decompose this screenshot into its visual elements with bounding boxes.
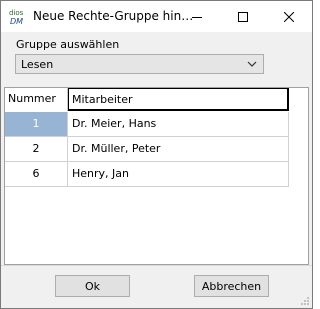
cell-number[interactable]: 2: [5, 137, 68, 162]
minimize-icon: [192, 16, 202, 18]
table-row[interactable]: 1 Dr. Meier, Hans: [5, 112, 289, 137]
group-select[interactable]: Lesen: [15, 54, 264, 74]
close-icon: [284, 11, 294, 22]
dialog-window: dios DM Neue Rechte-Gruppe hin… Gruppe a…: [0, 0, 313, 309]
svg-text:dios: dios: [9, 9, 24, 17]
cell-employee[interactable]: Henry, Jan: [68, 162, 289, 187]
resize-grip-icon[interactable]: [300, 296, 310, 306]
cancel-button[interactable]: Abbrechen: [194, 275, 269, 297]
ok-button[interactable]: Ok: [55, 275, 130, 297]
window-title: Neue Rechte-Gruppe hin…: [33, 9, 194, 23]
column-header-number[interactable]: Nummer: [5, 88, 68, 111]
app-logo-icon: dios DM: [8, 7, 28, 27]
cell-number[interactable]: 1: [5, 112, 68, 137]
footer-divider: [1, 265, 312, 266]
title-bar[interactable]: dios DM Neue Rechte-Gruppe hin…: [1, 1, 312, 32]
minimize-button[interactable]: [174, 1, 220, 32]
cell-employee[interactable]: Dr. Müller, Peter: [68, 137, 289, 162]
employee-table[interactable]: Nummer Mitarbeiter 1 Dr. Meier, Hans 2 D…: [4, 87, 309, 265]
table-row[interactable]: 2 Dr. Müller, Peter: [5, 137, 289, 162]
group-select-label: Gruppe auswählen: [16, 38, 120, 51]
svg-text:DM: DM: [10, 17, 23, 26]
column-header-employee[interactable]: Mitarbeiter: [68, 88, 289, 111]
maximize-button[interactable]: [220, 1, 266, 32]
cell-number[interactable]: 6: [5, 162, 68, 187]
table-row[interactable]: 6 Henry, Jan: [5, 162, 289, 187]
cell-employee[interactable]: Dr. Meier, Hans: [68, 112, 289, 137]
maximize-icon: [238, 11, 248, 22]
close-button[interactable]: [266, 1, 312, 32]
group-select-value: Lesen: [21, 58, 54, 71]
chevron-down-icon: [247, 61, 257, 67]
